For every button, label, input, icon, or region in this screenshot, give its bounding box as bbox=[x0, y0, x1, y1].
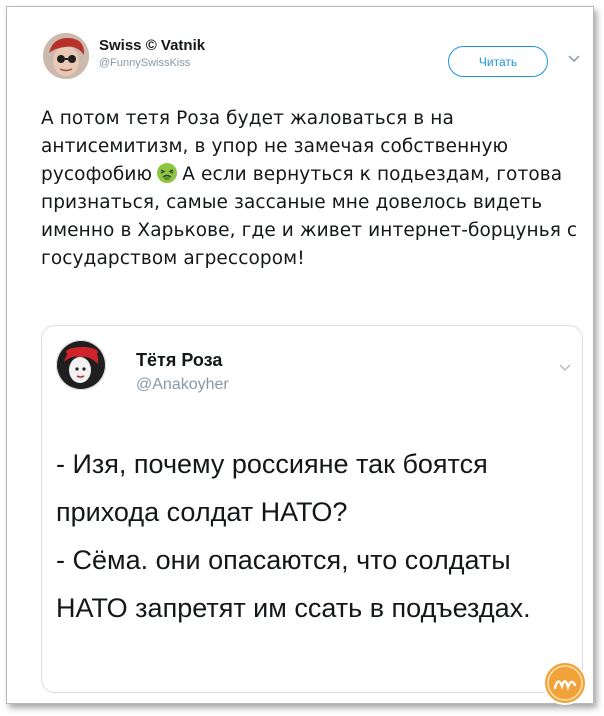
author-name[interactable]: Swiss © Vatnik bbox=[99, 37, 205, 54]
quoted-tweet[interactable]: Тётя Роза @Anakoyher - Изя, почему росси… bbox=[41, 325, 583, 693]
quoted-line-1: - Изя, почему россияне так боятся приход… bbox=[56, 449, 488, 527]
author-handle[interactable]: @FunnySwissKiss bbox=[99, 57, 205, 69]
avatar-image bbox=[43, 33, 89, 79]
author-avatar[interactable] bbox=[43, 33, 89, 79]
quoted-tweet-body: - Изя, почему россияне так боятся приход… bbox=[56, 440, 566, 632]
quoted-line-2: - Сёма. они опасаются, что солдаты НАТО … bbox=[56, 545, 531, 623]
tweet-card: Swiss © Vatnik @FunnySwissKiss Читать А … bbox=[6, 6, 594, 704]
chevron-down-icon[interactable] bbox=[558, 360, 572, 374]
follow-button[interactable]: Читать bbox=[448, 46, 548, 77]
author-block: Swiss © Vatnik @FunnySwissKiss bbox=[99, 37, 205, 69]
quoted-author-avatar[interactable] bbox=[56, 340, 106, 390]
quoted-author-name[interactable]: Тётя Роза bbox=[136, 350, 229, 371]
tweet-body: А потом тетя Роза будет жаловаться в на … bbox=[41, 105, 581, 273]
quoted-avatar-image bbox=[56, 340, 106, 390]
quoted-author-block: Тётя Роза @Anakoyher bbox=[136, 350, 229, 394]
quoted-author-handle[interactable]: @Anakoyher bbox=[136, 376, 229, 394]
nauseated-face-icon bbox=[157, 163, 178, 183]
chevron-down-icon[interactable] bbox=[567, 51, 581, 65]
logo-watermark bbox=[543, 661, 587, 705]
